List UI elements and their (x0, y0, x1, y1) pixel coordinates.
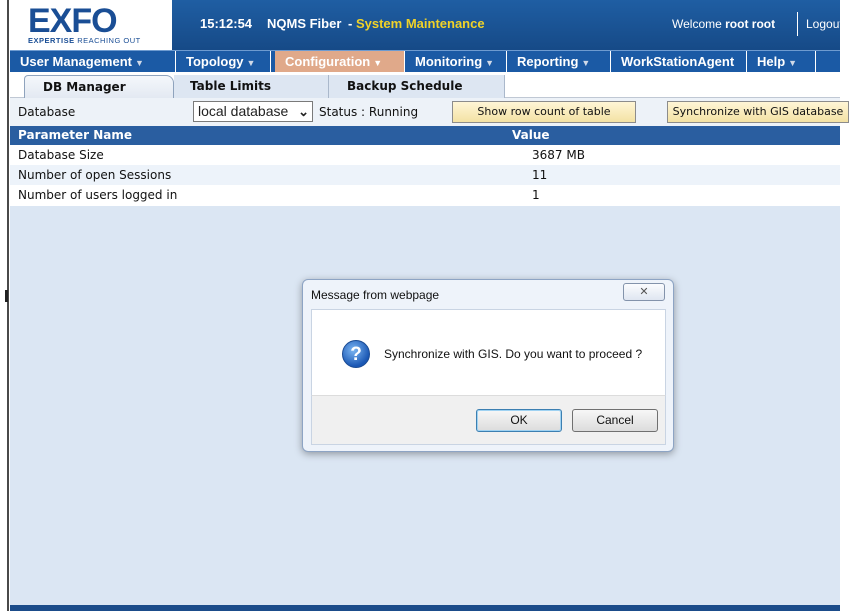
exfo-logo: EXFO EXPERTISE REACHING OUT (10, 0, 172, 50)
chevron-down-icon: ▼ (485, 58, 495, 68)
table-row: Number of users logged in 1 (10, 185, 840, 205)
column-header-value: Value (512, 128, 550, 142)
menu-help[interactable]: Help ▼ (747, 51, 816, 73)
menu-label: Monitoring (415, 54, 483, 69)
chevron-down-icon: ▼ (246, 58, 256, 68)
menu-reporting[interactable]: Reporting ▼ (507, 51, 611, 73)
dialog-content: ? Synchronize with GIS. Do you want to p… (311, 309, 666, 395)
parameter-cell: Database Size (18, 148, 104, 162)
browser-window: EXFO EXPERTISE REACHING OUT 15:12:54 NQM… (0, 0, 850, 611)
menu-label: Configuration (285, 54, 371, 69)
chevron-down-icon: ▼ (581, 58, 591, 68)
header-mode: - System Maintenance (348, 16, 485, 31)
chevron-down-icon: ▼ (788, 58, 798, 68)
user-name: root root (725, 17, 776, 31)
table-header: Parameter Name Value (10, 126, 840, 145)
value-cell: 3687 MB (532, 148, 585, 162)
menu-label: Reporting (517, 54, 579, 69)
menu-user-management[interactable]: User Management ▼ (10, 51, 176, 73)
menu-topology[interactable]: Topology ▼ (176, 51, 271, 73)
question-icon: ? (342, 340, 370, 368)
table-row: Number of open Sessions 11 (10, 165, 840, 185)
welcome-prefix: Welcome (672, 17, 722, 31)
ok-button[interactable]: OK (476, 409, 562, 432)
chevron-down-icon: ▼ (134, 58, 144, 68)
menu-label: Topology (186, 54, 244, 69)
tab-table-limits[interactable]: Table Limits (174, 75, 329, 98)
bottom-border (10, 605, 840, 611)
parameter-cell: Number of open Sessions (18, 168, 172, 182)
menu-label: Help (757, 54, 786, 69)
logo-tagline-rest: REACHING OUT (77, 36, 141, 45)
value-cell: 11 (532, 168, 548, 182)
cancel-button[interactable]: Cancel (572, 409, 658, 432)
header-app-name: NQMS Fiber (267, 16, 342, 31)
close-icon[interactable]: ✕ (623, 283, 665, 301)
confirm-dialog: Message from webpage ✕ ? Synchronize wit… (302, 279, 674, 452)
table-row: Database Size 3687 MB (10, 145, 840, 165)
chevron-down-icon: ▼ (373, 58, 383, 68)
tab-bar: DB Manager Table Limits Backup Schedule (10, 72, 840, 98)
logo-tagline: EXPERTISE REACHING OUT (28, 36, 141, 45)
welcome-text: Welcome root root (672, 17, 775, 31)
menu-configuration[interactable]: Configuration ▼ (275, 51, 405, 73)
logo-tagline-strong: EXPERTISE (28, 36, 75, 45)
database-select[interactable]: local database ⌄ (193, 101, 313, 122)
parameter-cell: Number of users logged in (18, 188, 178, 202)
tab-db-manager[interactable]: DB Manager (24, 75, 174, 98)
value-cell: 1 (532, 188, 540, 202)
logout-link[interactable]: Logout (806, 17, 843, 31)
window-border (7, 0, 9, 611)
menu-label: WorkStationAgent (621, 54, 735, 69)
dialog-title: Message from webpage (311, 288, 440, 302)
db-toolbar: Database local database ⌄ Status : Runnin… (10, 98, 849, 126)
dialog-message: Synchronize with GIS. Do you want to pro… (384, 347, 643, 361)
tab-backup-schedule[interactable]: Backup Schedule (329, 75, 505, 98)
menu-workstationagent[interactable]: WorkStationAgent (611, 51, 747, 73)
header-separator (797, 12, 798, 36)
menu-monitoring[interactable]: Monitoring ▼ (405, 51, 507, 73)
status-text: Status : Running (319, 105, 419, 119)
show-row-count-button[interactable]: Show row count of table (452, 101, 636, 123)
chevron-down-icon: ⌄ (298, 104, 309, 119)
header-mode-separator: - (348, 16, 353, 31)
edge-marker (5, 290, 8, 302)
database-label: Database (18, 105, 76, 119)
main-menu-bar: User Management ▼ Topology ▼ Configuration… (10, 50, 840, 73)
menu-label: User Management (20, 54, 132, 69)
left-window-edge (0, 0, 10, 611)
database-select-value: local database (198, 103, 289, 119)
column-header-parameter: Parameter Name (18, 128, 132, 142)
logo-wordmark: EXFO (28, 2, 118, 40)
sync-gis-button[interactable]: Synchronize with GIS database (667, 101, 849, 123)
header-time: 15:12:54 (200, 16, 253, 31)
header-mode-text: System Maintenance (355, 16, 485, 31)
dialog-footer: OK Cancel (311, 395, 666, 445)
